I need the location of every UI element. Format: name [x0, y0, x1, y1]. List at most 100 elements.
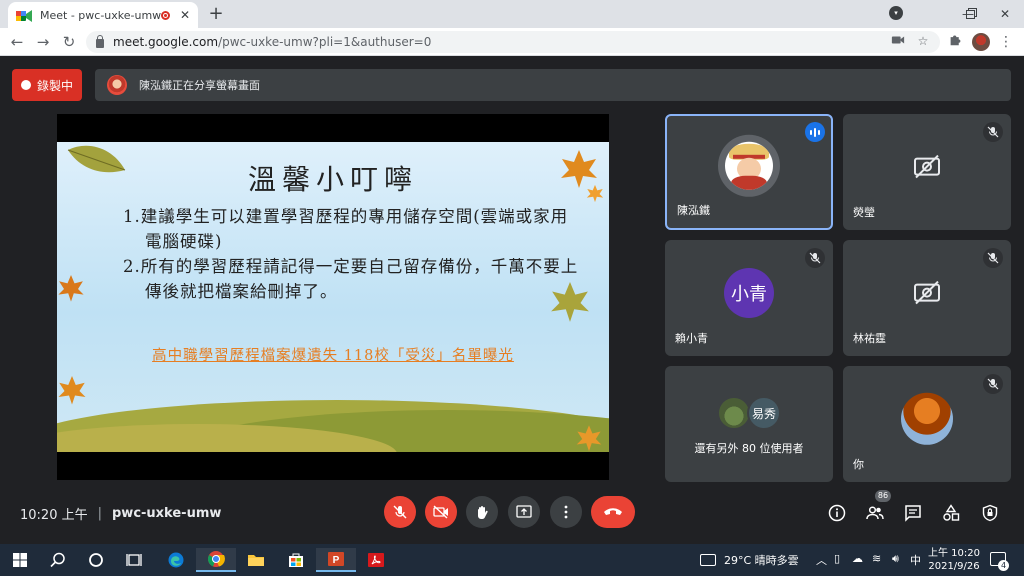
search-button[interactable] — [38, 548, 78, 572]
people-icon — [866, 506, 884, 520]
lock-icon — [96, 34, 104, 48]
participant-name: 林祐霆 — [853, 332, 886, 345]
participant-tile-presenter[interactable]: 陳泓鐵 — [665, 114, 833, 230]
speaking-indicator-icon — [805, 122, 825, 142]
participant-tile-3[interactable]: 小青 賴小青 — [665, 240, 833, 356]
svg-text:P: P — [333, 555, 340, 566]
browser-menu-icon[interactable]: ⋮ — [998, 32, 1014, 52]
chat-button[interactable] — [902, 502, 924, 524]
weather-widget[interactable]: 29°C 晴時多雲 — [700, 552, 799, 568]
store-taskbar-icon[interactable] — [276, 548, 316, 572]
self-tile[interactable]: 你 — [843, 366, 1011, 482]
tab-search-icon[interactable]: ▾ — [889, 6, 903, 20]
leave-call-button[interactable] — [591, 496, 635, 528]
chrome-taskbar-icon[interactable] — [196, 548, 236, 572]
participant-name: 你 — [853, 458, 864, 471]
mic-toggle-button[interactable] — [384, 496, 416, 528]
self-avatar — [901, 392, 953, 445]
mic-off-icon — [983, 122, 1003, 142]
powerpoint-taskbar-icon[interactable]: P — [316, 548, 356, 572]
initials-avatar: 小青 — [724, 268, 774, 318]
participant-name: 陳泓鐵 — [677, 204, 710, 217]
raise-hand-button[interactable] — [466, 496, 498, 528]
maple-leaf-bottom-icon — [58, 376, 86, 405]
mic-off-icon — [983, 248, 1003, 268]
volume-icon[interactable]: 🔊︎ — [892, 552, 899, 566]
others-avatars: 易秀 — [717, 396, 781, 430]
hand-icon — [478, 506, 488, 520]
edge-taskbar-icon[interactable] — [156, 548, 196, 572]
camera-in-use-icon[interactable] — [890, 33, 906, 49]
ime-indicator[interactable]: 中 — [910, 552, 921, 568]
people-count-badge: 86 — [875, 490, 891, 502]
close-window-button[interactable]: ✕ — [986, 0, 1024, 28]
mic-off-icon — [805, 248, 825, 268]
tray-device-icon[interactable]: ▯ — [834, 552, 840, 565]
separator: | — [97, 506, 102, 521]
new-tab-button[interactable]: + — [206, 4, 226, 24]
weather-text: 29°C 晴時多雲 — [724, 554, 799, 567]
start-button[interactable] — [0, 548, 40, 572]
participant-name: 熒瑩 — [853, 206, 875, 219]
meeting-info-button[interactable] — [826, 502, 848, 524]
maximize-button[interactable] — [952, 0, 988, 28]
meeting-code: pwc-uxke-umw — [112, 506, 222, 521]
presentation-banner: 陳泓鐵正在分享螢幕畫面 — [95, 69, 1011, 101]
avatar-wrap: 小青 — [724, 268, 774, 318]
participant-tile-2[interactable]: 熒瑩 — [843, 114, 1011, 230]
cortana-circle-icon — [89, 553, 103, 567]
acrobat-taskbar-icon[interactable] — [356, 548, 396, 572]
slide-item-1: 1.建議學生可以建置學習歷程的專用儲存空間(雲端或家用電腦硬碟) — [123, 207, 569, 251]
task-view-icon — [126, 554, 142, 566]
profile-avatar[interactable] — [972, 33, 990, 51]
tray-chevron-icon[interactable]: ︿ — [816, 552, 827, 568]
presenter-avatar-large — [718, 134, 780, 197]
recording-label: 錄製中 — [36, 78, 73, 93]
bookmark-star-icon[interactable]: ☆ — [915, 33, 931, 49]
activities-button[interactable] — [940, 502, 962, 524]
camera-off-icon — [912, 278, 942, 312]
initials-avatar: 易秀 — [747, 396, 781, 430]
record-dot-icon — [20, 80, 31, 90]
tab-close-icon[interactable]: ✕ — [180, 8, 190, 22]
tray-cloud-icon[interactable]: ☁ — [852, 552, 863, 565]
camera-off-icon — [912, 152, 942, 186]
present-screen-button[interactable] — [508, 496, 540, 528]
back-arrow-icon[interactable]: ← — [7, 32, 27, 52]
slide-body: 1.建議學生可以建置學習歷程的專用儲存空間(雲端或家用電腦硬碟) 2.所有的學習… — [123, 204, 583, 304]
browser-toolbar: ← → ↻ meet.google.com/pwc-uxke-umw?pli=1… — [0, 28, 1024, 56]
others-count-label: 還有另外 80 位使用者 — [694, 442, 804, 455]
notification-count-badge: 4 — [998, 560, 1009, 571]
presentation-stage[interactable]: 溫馨小叮嚀 1.建議學生可以建置學習歷程的專用儲存空間(雲端或家用電腦硬碟) 2… — [57, 114, 609, 480]
slide-item-2: 2.所有的學習歷程請記得一定要自己留存備份，千萬不要上傳後就把檔案給刪掉了。 — [123, 257, 579, 301]
meeting-details: 10:20 上午 | pwc-uxke-umw — [20, 504, 221, 523]
browser-tab-meet[interactable]: Meet - pwc-uxke-umw ✕ — [8, 2, 198, 28]
forward-arrow-icon[interactable]: → — [33, 32, 53, 52]
address-url: meet.google.com/pwc-uxke-umw?pli=1&authu… — [113, 35, 432, 49]
reload-icon[interactable]: ↻ — [59, 32, 79, 52]
mic-off-icon — [393, 505, 407, 519]
extensions-puzzle-icon[interactable] — [947, 33, 963, 49]
others-tile[interactable]: 易秀 還有另外 80 位使用者 — [665, 366, 833, 482]
taskbar-clock[interactable]: 上午 10:20 2021/9/26 — [928, 547, 980, 573]
host-controls-button[interactable] — [979, 502, 1001, 524]
meeting-time: 10:20 上午 — [20, 508, 88, 523]
avatar — [717, 396, 751, 430]
participant-name: 賴小青 — [675, 332, 708, 345]
clock-date: 2021/9/26 — [928, 561, 980, 572]
task-view-button[interactable] — [114, 548, 154, 572]
phone-hangup-icon — [604, 508, 622, 515]
recording-button[interactable]: 錄製中 — [12, 69, 82, 101]
present-icon — [516, 505, 532, 518]
chat-icon — [905, 505, 921, 522]
people-button[interactable] — [864, 502, 886, 524]
file-explorer-taskbar-icon[interactable] — [236, 548, 276, 572]
presenter-avatar — [107, 75, 127, 95]
cortana-button[interactable] — [76, 548, 116, 572]
slide-news-link[interactable]: 高中職學習歷程檔案爆遺失 118校「受災」名單曝光 — [57, 344, 609, 365]
wifi-icon[interactable]: ≋ — [872, 552, 881, 565]
participant-tile-4[interactable]: 林祐霆 — [843, 240, 1011, 356]
camera-toggle-button[interactable] — [425, 496, 457, 528]
more-options-button[interactable] — [550, 496, 582, 528]
address-bar[interactable]: meet.google.com/pwc-uxke-umw?pli=1&authu… — [86, 31, 940, 53]
